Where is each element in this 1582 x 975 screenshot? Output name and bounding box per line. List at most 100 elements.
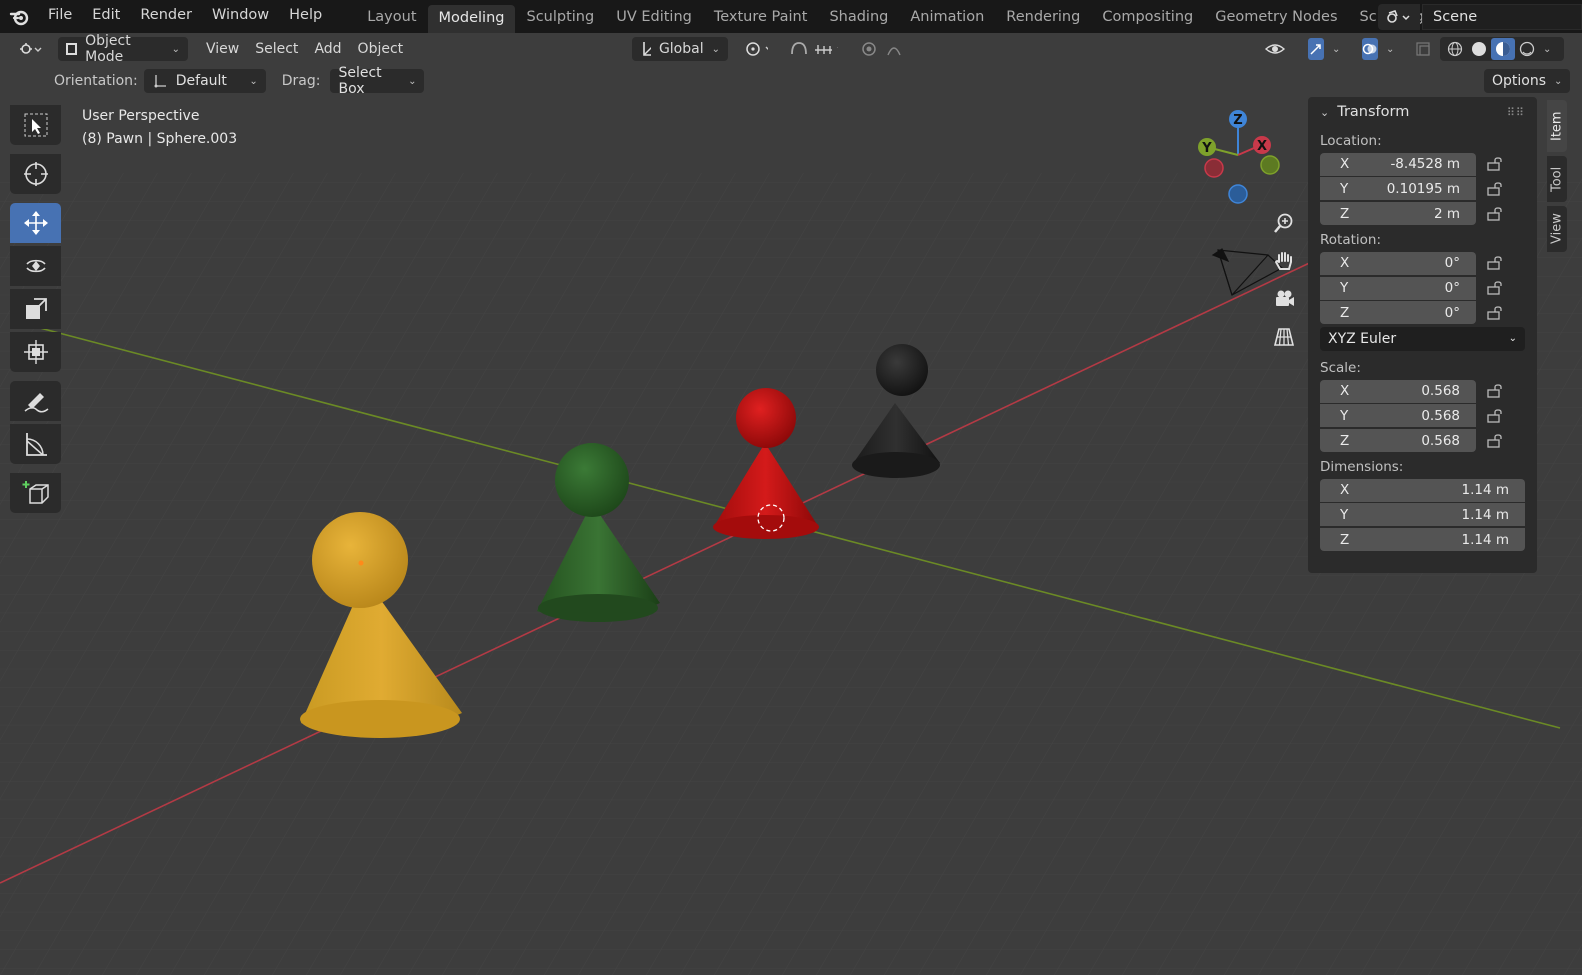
snap-button[interactable] — [780, 37, 846, 61]
orientation-global-icon — [643, 42, 651, 56]
pan-view-button[interactable] — [1268, 245, 1300, 277]
menu-window[interactable]: Window — [202, 0, 279, 33]
menu-render[interactable]: Render — [130, 0, 202, 33]
scale-label: Scale: — [1320, 359, 1361, 376]
wireframe-shading-icon[interactable] — [1443, 41, 1467, 57]
perspective-toggle-button[interactable] — [1268, 321, 1300, 353]
rotation-x-field[interactable]: X 0° — [1320, 251, 1476, 275]
eye-icon — [1264, 44, 1286, 54]
axis-label: X — [1340, 482, 1350, 499]
navigation-gizmo[interactable]: Z X Y — [1190, 105, 1300, 215]
chevron-down-icon: ⌄ — [1332, 43, 1341, 55]
pivot-point-button[interactable] — [736, 37, 776, 61]
dimensions-x-field[interactable]: X 1.14 m — [1320, 478, 1525, 502]
lock-icon[interactable] — [1476, 206, 1516, 221]
chevron-down-icon[interactable]: ⌄ — [1543, 44, 1551, 55]
lock-icon[interactable] — [1476, 281, 1516, 295]
tab-tool[interactable]: Tool — [1547, 156, 1567, 202]
drag-handle-icon[interactable]: ⠿⠿ — [1507, 106, 1525, 119]
lock-icon[interactable] — [1476, 256, 1516, 270]
rendered-shading-icon[interactable] — [1515, 41, 1539, 57]
visibility-button[interactable] — [1256, 37, 1296, 61]
rotate-tool[interactable] — [10, 246, 61, 286]
menu-file[interactable]: File — [38, 0, 82, 33]
menu-help[interactable]: Help — [279, 0, 332, 33]
rotation-y-field[interactable]: Y 0° — [1320, 276, 1476, 300]
cursor-tool[interactable] — [10, 154, 61, 194]
xray-toggle-button[interactable] — [1410, 37, 1436, 61]
tab-texture-paint[interactable]: Texture Paint — [703, 4, 819, 30]
axis-label: X — [1340, 156, 1350, 173]
editor-type-button[interactable] — [10, 37, 50, 61]
blender-logo-icon[interactable] — [0, 0, 38, 33]
solid-shading-icon[interactable] — [1467, 41, 1491, 57]
location-z-field[interactable]: Z 2 m — [1320, 202, 1476, 226]
add-cube-icon — [22, 481, 49, 504]
menu-view[interactable]: View — [198, 41, 247, 57]
menu-select[interactable]: Select — [247, 41, 306, 57]
scale-y-field[interactable]: Y 0.568 — [1320, 404, 1476, 428]
viewport-info: User Perspective (8) Pawn | Sphere.003 — [82, 105, 237, 151]
axis-label: Z — [1340, 531, 1350, 548]
rotation-z-field[interactable]: Z 0° — [1320, 301, 1476, 325]
mode-dropdown[interactable]: Object Mode ⌄ — [58, 33, 188, 65]
location-x-field[interactable]: X -8.4528 m — [1320, 152, 1476, 176]
tab-view[interactable]: View — [1547, 206, 1567, 252]
select-box-tool[interactable] — [10, 105, 61, 145]
tab-rendering[interactable]: Rendering — [995, 4, 1091, 30]
dimensions-label: Dimensions: — [1320, 459, 1404, 475]
dimensions-y-field[interactable]: Y 1.14 m — [1320, 503, 1525, 527]
scale-x-field[interactable]: X 0.568 — [1320, 379, 1476, 403]
tab-compositing[interactable]: Compositing — [1091, 4, 1204, 30]
transform-tool[interactable] — [10, 332, 61, 372]
field-value: -8.4528 m — [1390, 156, 1460, 173]
sidebar-tabs: Item Tool View — [1547, 100, 1567, 256]
cursor-icon — [23, 162, 48, 186]
lock-icon[interactable] — [1476, 182, 1516, 196]
field-value: 0° — [1444, 255, 1460, 272]
gizmo-neg-x — [1204, 158, 1224, 178]
menu-edit[interactable]: Edit — [82, 0, 130, 33]
gizmo-toggle-button[interactable]: ⌄ — [1300, 37, 1344, 61]
options-dropdown[interactable]: Options ⌄ — [1484, 69, 1570, 93]
tool-shelf — [10, 105, 61, 516]
menu-object[interactable]: Object — [350, 41, 412, 57]
transform-orientation-dropdown[interactable]: Global ⌄ — [632, 37, 728, 61]
scene-browse-button[interactable] — [1378, 3, 1420, 30]
lock-icon[interactable] — [1476, 409, 1516, 423]
tab-shading[interactable]: Shading — [818, 4, 899, 30]
annotate-tool[interactable] — [10, 381, 61, 421]
tab-uv-editing[interactable]: UV Editing — [605, 4, 703, 30]
measure-tool[interactable] — [10, 424, 61, 464]
overlays-button[interactable]: ⌄ — [1354, 37, 1400, 61]
tab-modeling[interactable]: Modeling — [427, 4, 516, 33]
tab-geometry-nodes[interactable]: Geometry Nodes — [1204, 4, 1348, 30]
lock-icon[interactable] — [1476, 157, 1516, 171]
location-y-field[interactable]: Y 0.10195 m — [1320, 177, 1476, 201]
add-cube-tool[interactable] — [10, 473, 61, 513]
zoom-view-button[interactable] — [1268, 207, 1300, 239]
rotation-mode-dropdown[interactable]: XYZ Euler ⌄ — [1320, 326, 1525, 351]
scene-name-field[interactable]: Scene — [1422, 3, 1582, 30]
field-value: 0.568 — [1421, 383, 1460, 400]
proportional-editing-button[interactable] — [850, 37, 916, 61]
scale-tool[interactable] — [10, 289, 61, 329]
drag-dropdown[interactable]: Select Box ⌄ — [330, 65, 425, 97]
orientation-dropdown[interactable]: Default ⌄ — [143, 69, 266, 93]
tab-layout[interactable]: Layout — [356, 4, 427, 30]
menu-add[interactable]: Add — [306, 41, 349, 57]
tab-sculpting[interactable]: Sculpting — [515, 4, 605, 30]
mode-label: Object Mode — [85, 33, 131, 65]
material-preview-icon[interactable] — [1491, 38, 1515, 60]
3d-viewport[interactable]: Object Mode ⌄ View Select Add Object Glo… — [0, 33, 1582, 975]
camera-view-button[interactable] — [1268, 283, 1300, 315]
lock-icon[interactable] — [1476, 306, 1516, 320]
tab-item[interactable]: Item — [1547, 100, 1567, 152]
move-tool[interactable] — [10, 203, 61, 243]
tab-animation[interactable]: Animation — [899, 4, 995, 30]
scale-z-field[interactable]: Z 0.568 — [1320, 429, 1476, 453]
dimensions-z-field[interactable]: Z 1.14 m — [1320, 528, 1525, 552]
transform-panel-header[interactable]: ⌄ Transform ⠿⠿ — [1320, 97, 1525, 127]
lock-icon[interactable] — [1476, 433, 1516, 448]
lock-icon[interactable] — [1476, 384, 1516, 398]
